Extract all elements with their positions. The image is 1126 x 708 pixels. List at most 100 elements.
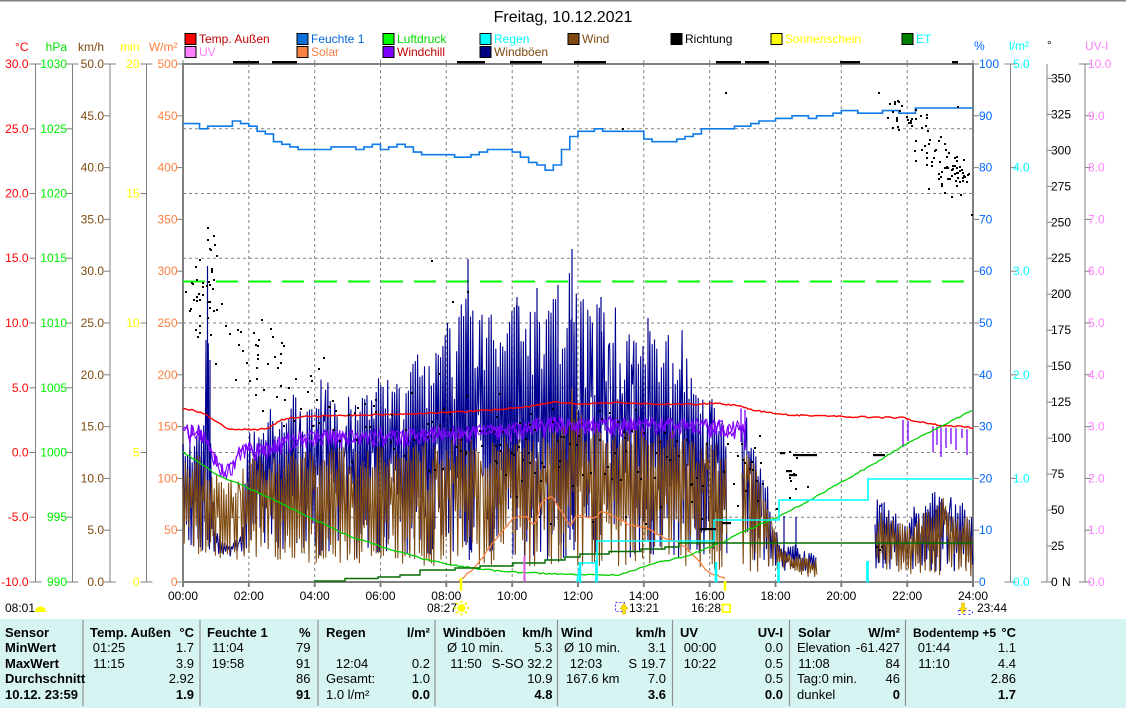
svg-text:100: 100 (157, 471, 177, 485)
svg-text:10.12. 23:59: 10.12. 23:59 (5, 687, 78, 702)
svg-text:Regen: Regen (326, 625, 366, 640)
svg-text:%: % (299, 625, 311, 640)
svg-text:Wind: Wind (561, 625, 593, 640)
svg-text:00:00: 00:00 (168, 589, 198, 603)
svg-text:75: 75 (1051, 467, 1065, 481)
svg-text:1005: 1005 (40, 381, 67, 395)
svg-text:20.0: 20.0 (81, 368, 105, 382)
svg-text:300: 300 (157, 264, 177, 278)
svg-text:20:00: 20:00 (826, 589, 856, 603)
svg-text:1.7: 1.7 (998, 687, 1016, 702)
svg-text:200: 200 (1051, 287, 1071, 301)
svg-text:10: 10 (126, 316, 140, 330)
svg-text:10: 10 (979, 523, 993, 537)
svg-text:Elevation: Elevation (797, 640, 850, 655)
svg-text:-5.0: -5.0 (8, 510, 29, 524)
svg-text:11:10: 11:10 (918, 656, 950, 671)
svg-text:50: 50 (1051, 503, 1065, 517)
svg-text:UV: UV (199, 45, 216, 59)
svg-text:1030: 1030 (40, 57, 67, 71)
svg-text:1015: 1015 (40, 251, 67, 265)
svg-text:0.2: 0.2 (412, 656, 430, 671)
svg-text:5: 5 (133, 446, 140, 460)
svg-text:°C: °C (15, 40, 29, 54)
svg-text:30.0: 30.0 (81, 264, 105, 278)
svg-text:S 19.7: S 19.7 (628, 656, 666, 671)
svg-text:W/m²: W/m² (868, 625, 900, 640)
svg-text:40: 40 (979, 368, 993, 382)
svg-text:°C: °C (179, 625, 194, 640)
svg-text:167.6 km: 167.6 km (566, 671, 619, 686)
svg-text:5.3: 5.3 (534, 640, 552, 655)
svg-text:20: 20 (126, 57, 140, 71)
svg-text:2.92: 2.92 (169, 671, 194, 686)
svg-text:l/m²: l/m² (1009, 39, 1029, 53)
svg-text:min: min (120, 40, 139, 54)
svg-text:1.1: 1.1 (998, 640, 1016, 655)
svg-text:200: 200 (157, 368, 177, 382)
svg-text:1020: 1020 (40, 187, 67, 201)
svg-text:Solar: Solar (311, 45, 339, 59)
svg-text:25.0: 25.0 (81, 316, 105, 330)
svg-text:10.9: 10.9 (527, 671, 552, 686)
svg-text:12:03: 12:03 (570, 656, 603, 671)
svg-text:0.0: 0.0 (12, 446, 29, 460)
svg-text:35.0: 35.0 (81, 212, 105, 226)
svg-text:Temp. Außen: Temp. Außen (199, 32, 270, 46)
svg-text:0: 0 (1051, 575, 1058, 589)
svg-text:ET: ET (916, 32, 932, 46)
svg-text:0.0: 0.0 (1088, 575, 1105, 589)
svg-text:3.1: 3.1 (648, 640, 666, 655)
svg-text:250: 250 (157, 316, 177, 330)
svg-text:Solar: Solar (798, 625, 831, 640)
svg-text:Sensor: Sensor (5, 625, 49, 640)
svg-text:08:27: 08:27 (427, 601, 457, 615)
svg-text:79: 79 (296, 640, 310, 655)
svg-text:0: 0 (171, 575, 178, 589)
svg-text:60: 60 (979, 264, 993, 278)
svg-text:90: 90 (979, 109, 993, 123)
svg-text:dunkel: dunkel (797, 687, 835, 702)
svg-text:400: 400 (157, 161, 177, 175)
svg-text:6.0: 6.0 (1088, 264, 1105, 278)
svg-text:0.5: 0.5 (765, 671, 783, 686)
svg-text:11:08: 11:08 (798, 656, 830, 671)
svg-text:0: 0 (979, 575, 986, 589)
svg-text:50.0: 50.0 (81, 57, 105, 71)
svg-text:Temp. Außen: Temp. Außen (90, 625, 171, 640)
svg-text:0.0: 0.0 (1013, 575, 1030, 589)
svg-text:UV-I: UV-I (1085, 39, 1108, 53)
svg-text:-10.0: -10.0 (1, 575, 29, 589)
svg-text:3.0: 3.0 (1088, 420, 1105, 434)
svg-text:0.0: 0.0 (765, 640, 783, 655)
svg-text:Ø 10 min.: Ø 10 min. (564, 640, 620, 655)
svg-text:5.0: 5.0 (87, 523, 104, 537)
svg-text:25.0: 25.0 (5, 122, 29, 136)
svg-text:40.0: 40.0 (81, 161, 105, 175)
svg-text:1000: 1000 (40, 446, 67, 460)
svg-text:275: 275 (1051, 179, 1071, 193)
svg-text:1.9: 1.9 (176, 687, 194, 702)
svg-text:7.0: 7.0 (1088, 212, 1105, 226)
svg-text:11:15: 11:15 (93, 656, 125, 671)
svg-text:Windböen: Windböen (494, 45, 548, 59)
svg-text:91: 91 (296, 656, 310, 671)
svg-text:175: 175 (1051, 323, 1071, 337)
svg-text:km/h: km/h (522, 625, 552, 640)
svg-text:100: 100 (979, 57, 999, 71)
svg-text:50: 50 (164, 523, 178, 537)
svg-text:500: 500 (157, 57, 177, 71)
svg-text:150: 150 (157, 420, 177, 434)
svg-text:70: 70 (979, 212, 993, 226)
svg-text:Regen: Regen (494, 32, 529, 46)
svg-text:13:21: 13:21 (629, 601, 659, 615)
svg-text:150: 150 (1051, 359, 1071, 373)
svg-text:00:00: 00:00 (684, 640, 717, 655)
svg-text:100: 100 (1051, 431, 1071, 445)
svg-text:0.0: 0.0 (87, 575, 104, 589)
svg-text:12:00: 12:00 (563, 589, 593, 603)
svg-text:-61.427: -61.427 (856, 640, 900, 655)
svg-text:46: 46 (886, 671, 900, 686)
svg-text:Feuchte 1: Feuchte 1 (207, 625, 268, 640)
svg-text:l/m²: l/m² (407, 625, 431, 640)
